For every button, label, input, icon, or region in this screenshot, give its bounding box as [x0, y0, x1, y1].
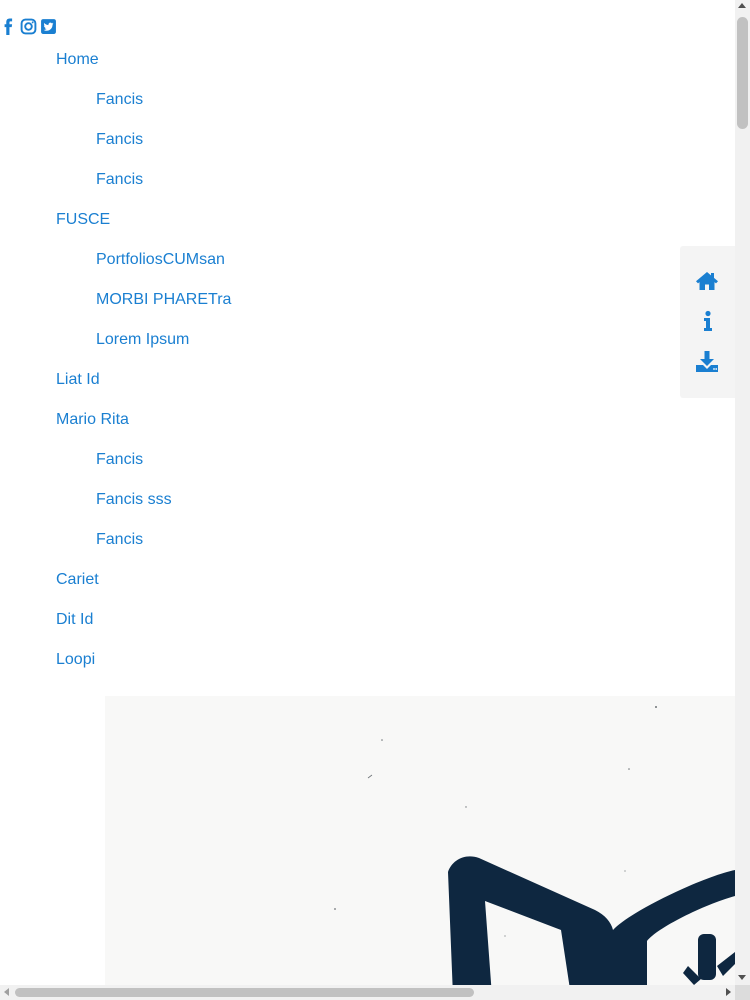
nav-subitem-fancis[interactable]: Fancis	[96, 170, 143, 190]
info-icon[interactable]	[694, 308, 720, 334]
nav-subitem-fancis[interactable]: Fancis	[96, 130, 143, 150]
nav-subitem-fancis[interactable]: Fancis	[96, 530, 143, 550]
nav-subitem-fancis-sss[interactable]: Fancis sss	[96, 490, 172, 510]
nav-subitem-morbi[interactable]: MORBI PHARETra	[96, 290, 231, 310]
download-icon[interactable]	[694, 348, 720, 374]
floating-side-panel	[680, 246, 735, 398]
twitter-icon[interactable]	[40, 18, 57, 35]
nav-item-home[interactable]: Home	[56, 50, 99, 70]
scrollbar-corner	[735, 985, 750, 1000]
vertical-scroll-thumb[interactable]	[737, 17, 748, 129]
vertical-scrollbar[interactable]	[735, 0, 750, 985]
nav-subitem-lorem[interactable]: Lorem Ipsum	[96, 330, 189, 350]
horizontal-scrollbar[interactable]	[0, 985, 735, 1000]
nav-subitem-fancis[interactable]: Fancis	[96, 450, 143, 470]
nav-item-liat-id[interactable]: Liat Id	[56, 370, 100, 390]
book-logo-photo	[105, 696, 735, 986]
nav-item-fusce[interactable]: FUSCE	[56, 210, 110, 230]
nav-subitem-fancis[interactable]: Fancis	[96, 90, 143, 110]
scroll-down-arrow-icon[interactable]	[738, 975, 746, 980]
facebook-icon[interactable]	[0, 18, 17, 35]
nav-item-loopi[interactable]: Loopi	[56, 650, 95, 670]
nav-item-mario-rita[interactable]: Mario Rita	[56, 410, 129, 430]
nav-item-dit-id[interactable]: Dit Id	[56, 610, 93, 630]
nav-subitem-portfolios[interactable]: PortfoliosCUMsan	[96, 250, 225, 270]
scroll-up-arrow-icon[interactable]	[738, 3, 746, 8]
scroll-left-arrow-icon[interactable]	[4, 988, 9, 996]
home-icon[interactable]	[694, 268, 720, 294]
nav-item-cariet[interactable]: Cariet	[56, 570, 99, 590]
social-links	[0, 18, 57, 36]
hero-image	[105, 696, 735, 986]
scroll-right-arrow-icon[interactable]	[726, 988, 731, 996]
horizontal-scroll-thumb[interactable]	[15, 988, 474, 997]
instagram-icon[interactable]	[20, 18, 37, 35]
